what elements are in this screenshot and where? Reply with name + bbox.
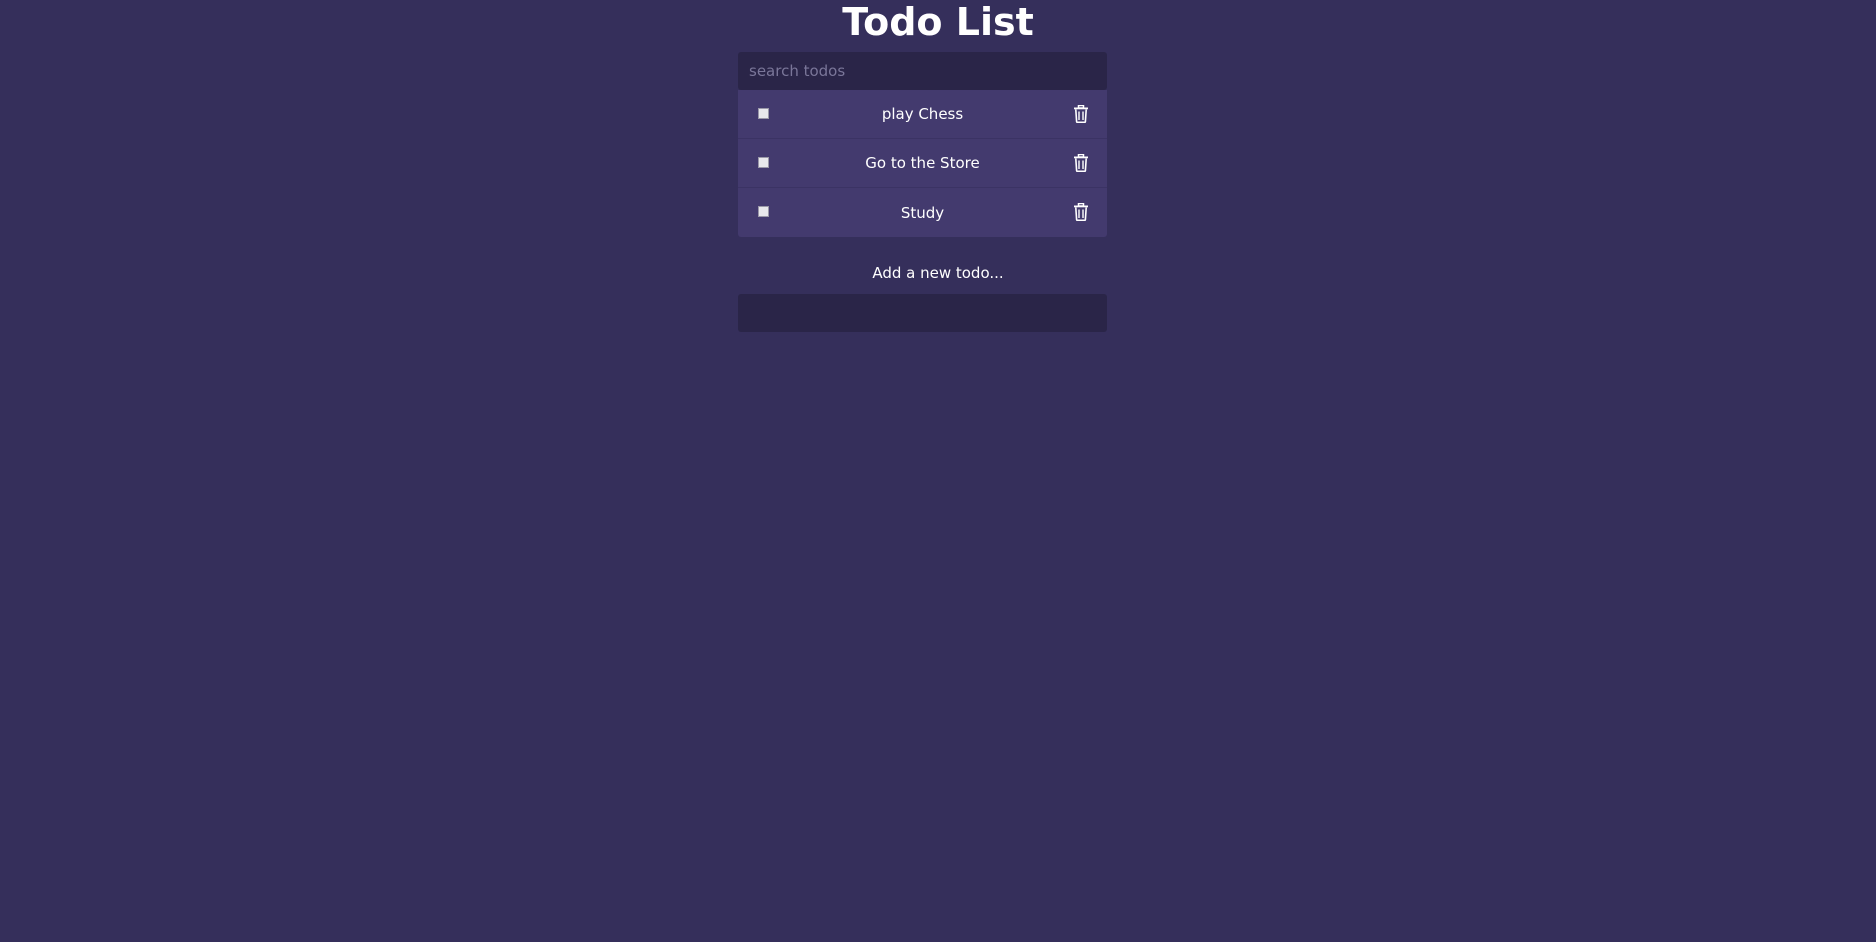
list-item: Go to the Store — [738, 139, 1107, 188]
todo-list: play Chess Go to the Store Study — [738, 90, 1107, 237]
todo-app: Todo List play Chess Go to the Store — [0, 0, 1876, 942]
search-input[interactable] — [738, 52, 1107, 90]
list-item: Study — [738, 188, 1107, 237]
trash-icon[interactable] — [1073, 203, 1089, 221]
todo-label: play Chess — [881, 105, 964, 123]
add-todo-label: Add a new todo... — [872, 264, 1004, 282]
todo-label: Study — [900, 203, 945, 222]
trash-icon[interactable] — [1073, 154, 1089, 172]
todo-checkbox[interactable] — [758, 108, 769, 119]
page-title: Todo List — [842, 0, 1034, 44]
search-box — [738, 52, 1107, 90]
todo-checkbox[interactable] — [758, 206, 769, 217]
add-todo-input[interactable] — [738, 294, 1107, 332]
trash-icon[interactable] — [1073, 105, 1089, 123]
list-item: play Chess — [738, 90, 1107, 139]
todo-checkbox[interactable] — [758, 157, 769, 168]
todo-label: Go to the Store — [865, 154, 980, 172]
add-todo-box — [738, 294, 1107, 332]
